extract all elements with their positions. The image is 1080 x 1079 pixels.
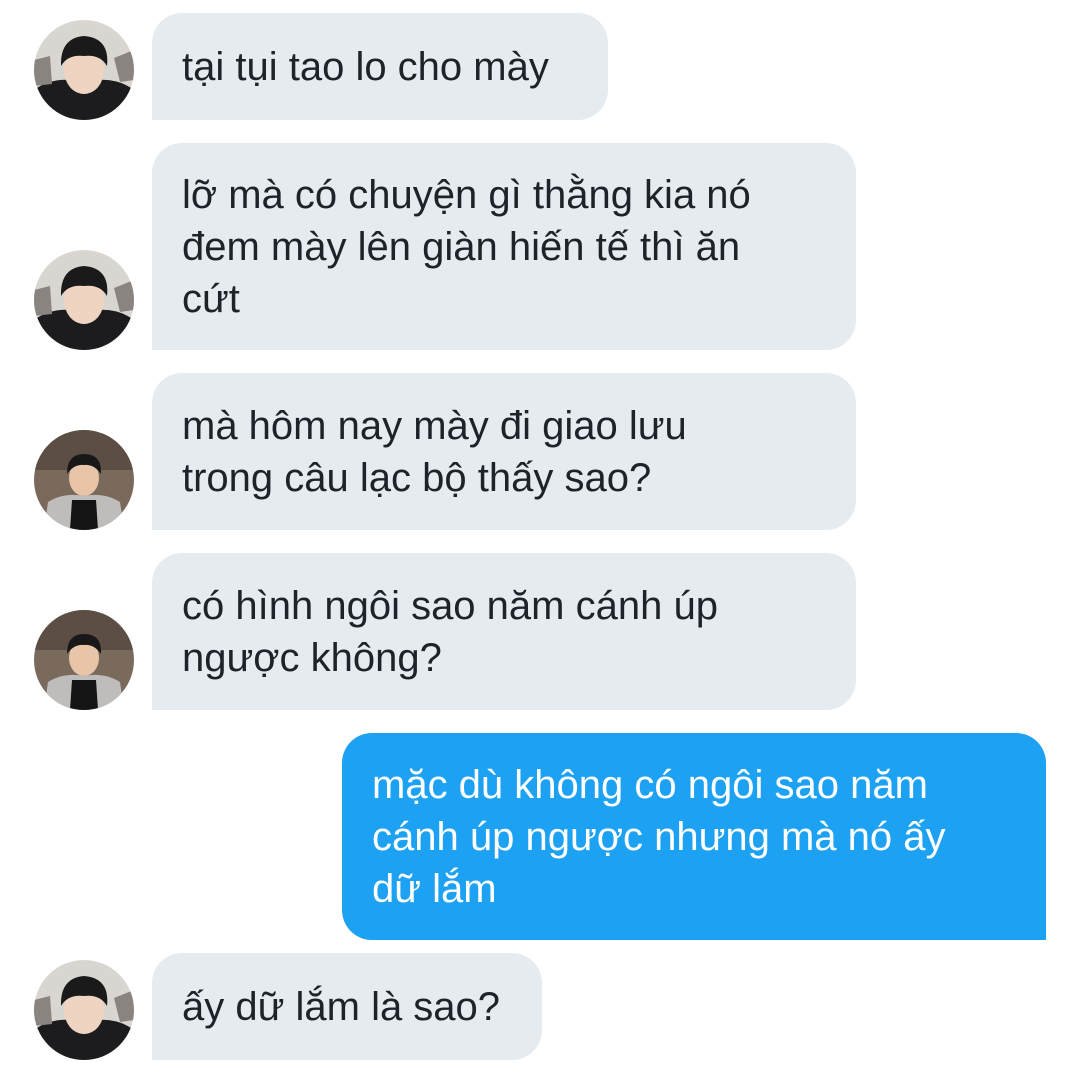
message-bubble-incoming[interactable]: ấy dữ lắm là sao?	[152, 953, 542, 1060]
message-bubble-incoming[interactable]: có hình ngôi sao năm cánh úp ngược không…	[152, 553, 856, 710]
avatar-a-icon	[34, 250, 134, 350]
contact-avatar[interactable]	[34, 430, 134, 530]
contact-avatar[interactable]	[34, 20, 134, 120]
contact-avatar[interactable]	[34, 960, 134, 1060]
contact-avatar[interactable]	[34, 610, 134, 710]
contact-avatar[interactable]	[34, 250, 134, 350]
message-bubble-incoming[interactable]: mà hôm nay mày đi giao lưu trong câu lạc…	[152, 373, 856, 530]
message-bubble-incoming[interactable]: tại tụi tao lo cho mày	[152, 13, 608, 120]
message-bubble-outgoing[interactable]: mặc dù không có ngôi sao năm cánh úp ngư…	[342, 733, 1046, 940]
avatar-b-icon	[34, 430, 134, 530]
avatar-a-icon	[34, 960, 134, 1060]
message-bubble-incoming[interactable]: lỡ mà có chuyện gì thằng kia nó đem mày …	[152, 143, 856, 350]
avatar-a-icon	[34, 20, 134, 120]
chat-screen: { "colors": { "incoming_bubble": "#e6ebf…	[0, 0, 1080, 1079]
avatar-b-icon	[34, 610, 134, 710]
